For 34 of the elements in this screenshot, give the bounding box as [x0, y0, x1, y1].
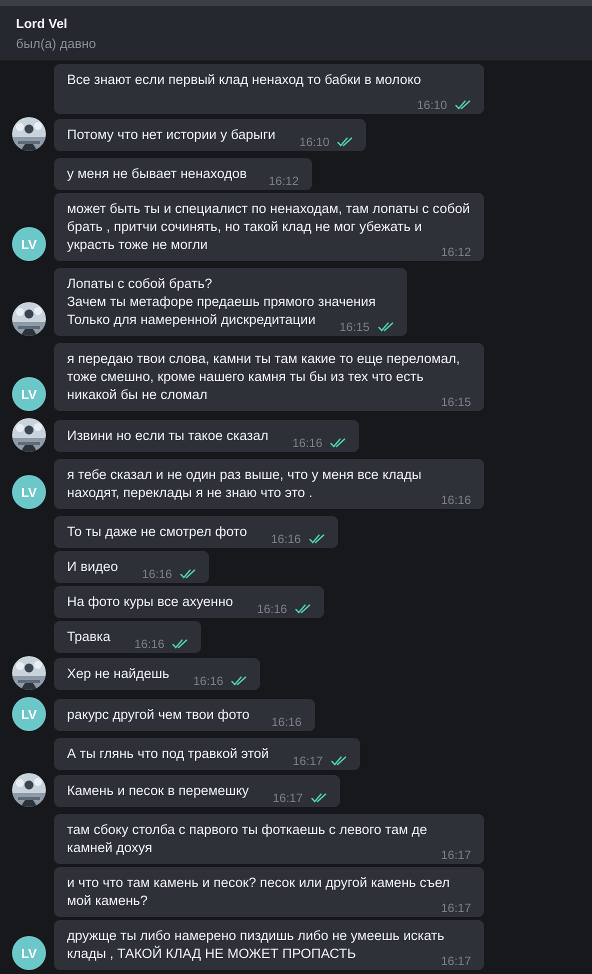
contact-name: Lord Vel: [16, 16, 68, 30]
message-time: 16:17: [440, 900, 471, 916]
message-text: я тебе сказал и не один раз выше, что у меня все клады находят, переклады я не знаю что это .: [67, 467, 422, 500]
avatar[interactable]: LV: [12, 475, 46, 509]
message-time: 16:16: [440, 492, 471, 508]
avatar[interactable]: [12, 773, 46, 807]
message-time: 16:16: [142, 566, 172, 582]
avatar[interactable]: LV: [12, 697, 46, 731]
message-text: Все знают если первый клад ненаход то бабки в молоко: [67, 72, 421, 89]
message-time: 16:17: [440, 847, 471, 863]
message-text: там сбоку столба с парвого ты фоткаешь с левого там де камней дохуя: [67, 822, 428, 855]
message-time: 16:16: [272, 714, 302, 730]
avatar[interactable]: [12, 418, 46, 452]
message-time: 16:12: [440, 244, 471, 260]
message-time: 16:10: [416, 97, 447, 113]
message-time: 16:16: [292, 435, 322, 451]
avatar[interactable]: LV: [12, 227, 46, 261]
avatar[interactable]: [12, 302, 46, 336]
message-time: 16:15: [339, 319, 370, 335]
message-time: 16:16: [270, 531, 301, 547]
avatar[interactable]: LV: [12, 936, 46, 970]
avatar[interactable]: [12, 117, 46, 151]
message-time: 16:17: [440, 953, 471, 969]
avatar[interactable]: LV: [12, 377, 46, 411]
message-time: 16:16: [257, 601, 288, 617]
message-time: 16:17: [272, 790, 303, 806]
avatar[interactable]: [12, 656, 46, 690]
message-time: 16:15: [440, 394, 471, 410]
message-time: 16:17: [292, 753, 323, 769]
message-time: 16:16: [193, 673, 224, 689]
last-seen-status: был(а) давно: [16, 36, 96, 50]
message-time: 16:16: [134, 636, 164, 652]
message-time: 16:12: [268, 173, 299, 189]
message-time: 16:10: [299, 134, 330, 150]
